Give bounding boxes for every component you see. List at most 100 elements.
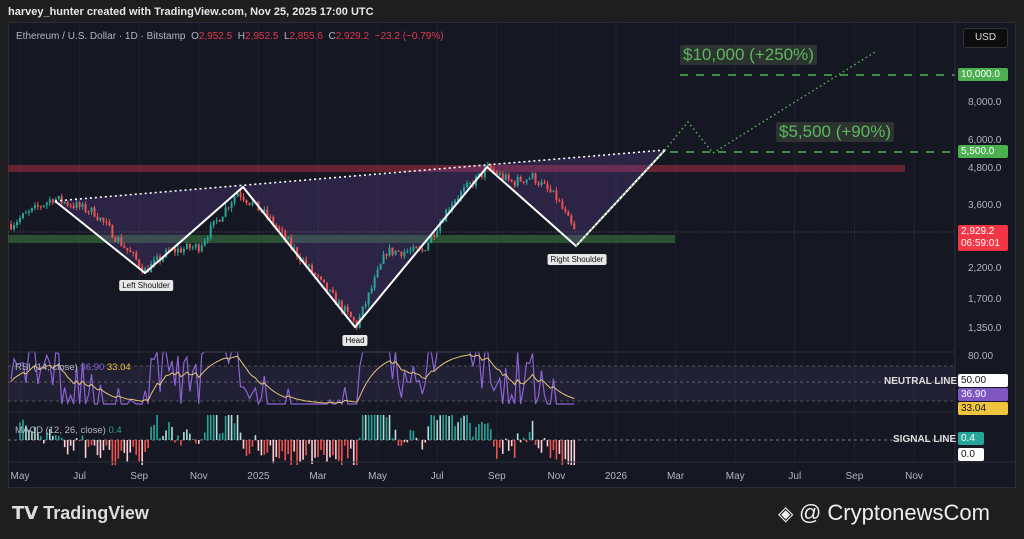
candle-body [534, 173, 537, 184]
candle-body [504, 174, 507, 180]
candle-body [308, 264, 311, 266]
macd-bar [507, 440, 510, 451]
candle-body [197, 244, 200, 252]
macd-bar [463, 415, 465, 440]
candle-body [248, 202, 251, 205]
candle-body [39, 206, 42, 208]
macd-bar [430, 415, 433, 440]
macd-bar [227, 415, 230, 440]
candle-body [498, 173, 501, 175]
candle-body [200, 245, 203, 252]
macd-bar [63, 440, 66, 448]
macd-bar [332, 440, 334, 456]
macd-legend: MACD (12, 26, close) 0.4 [15, 425, 122, 436]
macd-bar [412, 430, 415, 440]
macd-bar [141, 440, 143, 465]
binance-icon: ◈ [778, 503, 799, 525]
tradingview-logo: 𝗧𝗩 TradingView [12, 503, 149, 524]
macd-bar [364, 415, 367, 440]
candle-body [117, 237, 120, 242]
candle-body [319, 276, 322, 280]
chart-canvas[interactable] [0, 0, 1024, 539]
candle-body [552, 190, 555, 192]
time-tick: Nov [905, 471, 923, 482]
macd-bar [281, 440, 284, 452]
macd-bar [230, 415, 233, 440]
macd-bar [457, 422, 459, 440]
candle-body [388, 247, 391, 256]
macd-value: 0.4 [108, 425, 122, 436]
macd-bar [460, 417, 462, 440]
candle-body [48, 199, 51, 203]
candle-body [129, 250, 132, 253]
currency-button[interactable]: USD [963, 28, 1008, 48]
macd-bar [427, 426, 430, 440]
macd-bar [522, 437, 525, 440]
candle-body [525, 179, 528, 183]
macd-bar [165, 430, 167, 440]
candle-body [507, 174, 510, 180]
time-tick: May [725, 471, 745, 482]
macd-bar [451, 415, 453, 440]
candle-body [540, 182, 543, 186]
candle-body [287, 237, 290, 240]
macd-bar [180, 440, 182, 446]
candle-body [403, 251, 406, 257]
macd-bar [147, 440, 149, 449]
macd-bar [564, 440, 567, 460]
macd-bar [242, 440, 245, 449]
time-tick: 2026 [604, 471, 628, 482]
macd-bar [317, 440, 319, 457]
left-shoulder-label: Left Shoulder [119, 280, 173, 291]
rsi-value: 36.90 [80, 362, 105, 373]
macd-bar [233, 423, 236, 440]
macd-bar [51, 435, 54, 440]
time-tick: Jul [788, 471, 802, 482]
candle-body [278, 227, 281, 230]
macd-bar [314, 440, 316, 458]
candle-body [24, 212, 27, 214]
brand-text: TradingView [43, 503, 149, 523]
candle-body [433, 235, 436, 237]
candle-body [558, 200, 561, 202]
macd-bar [168, 421, 170, 440]
candle-body [269, 216, 272, 218]
candle-body [45, 202, 48, 206]
candle-body [51, 199, 54, 203]
macd-bar [323, 440, 325, 456]
target2-annotation: $5,500 (+90%) [776, 122, 894, 142]
candle-body [397, 250, 400, 252]
candle-body [105, 221, 108, 223]
candle-body [427, 242, 430, 251]
macd-bar [510, 440, 513, 447]
time-tick: May [10, 471, 30, 482]
time-tick: Sep [130, 471, 149, 482]
macd-zero-tag: 0.0 [958, 448, 984, 461]
macd-bar [111, 440, 114, 465]
candle-body [123, 245, 126, 248]
candle-body [96, 216, 99, 221]
candle-body [102, 217, 105, 222]
price-tick: 1,700.0 [968, 294, 1002, 305]
macd-bar [498, 440, 501, 448]
candle-body [233, 196, 236, 203]
candle-body [528, 178, 531, 180]
macd-bar [84, 440, 87, 458]
macd-bar [454, 426, 456, 440]
macd-bar [144, 440, 146, 452]
source-watermark: ◈ @ CryptonewsCom [778, 500, 990, 526]
time-tick: Mar [666, 471, 685, 482]
macd-bar [135, 440, 138, 455]
macd-bar [93, 440, 96, 446]
macd-bar [388, 415, 391, 440]
symbol-legend: Ethereum / U.S. Dollar · 1D · Bitstamp O… [16, 31, 444, 42]
macd-bar [394, 429, 397, 440]
macd-bar [475, 426, 477, 440]
macd-bar [99, 440, 102, 458]
tradingview-icon: 𝗧𝗩 [12, 503, 44, 523]
macd-bar [236, 415, 239, 440]
rsi-value-tag: 36.90 [958, 388, 1008, 401]
macd-bar [424, 440, 427, 443]
macd-bar [251, 440, 254, 447]
macd-bar [421, 440, 424, 450]
